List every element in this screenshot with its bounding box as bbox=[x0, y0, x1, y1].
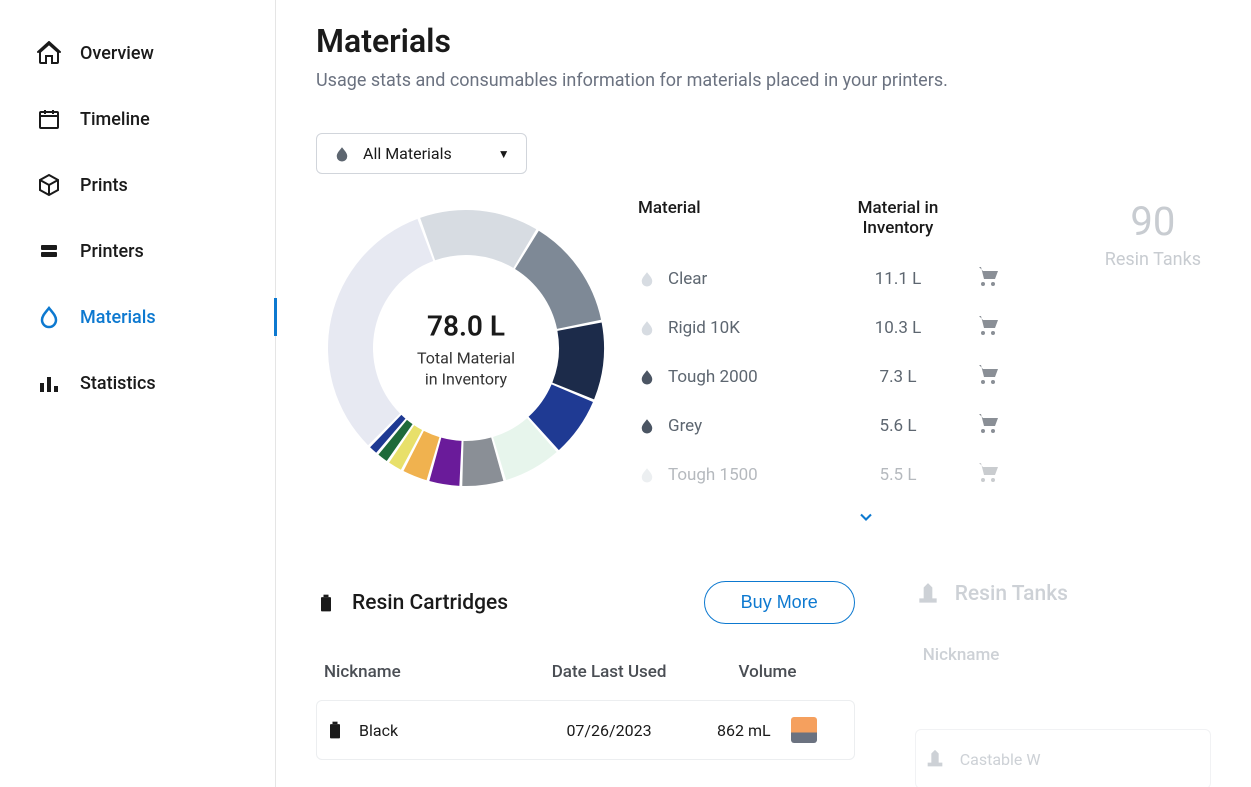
sidebar-item-printers[interactable]: Printers bbox=[0, 218, 275, 284]
cartridge-icon bbox=[316, 591, 336, 615]
sidebar-item-overview[interactable]: Overview bbox=[0, 20, 275, 86]
sidebar-item-timeline[interactable]: Timeline bbox=[0, 86, 275, 152]
home-icon bbox=[36, 40, 62, 66]
col-header-nickname: Nickname bbox=[324, 662, 530, 682]
material-name: Clear bbox=[668, 269, 707, 289]
shop-button[interactable] bbox=[958, 411, 1018, 440]
col-header-material: Material bbox=[638, 198, 838, 238]
expand-rows-button[interactable] bbox=[638, 499, 1095, 531]
chevron-down-icon bbox=[856, 507, 876, 527]
section-title: Resin Tanks bbox=[955, 582, 1211, 606]
shop-button[interactable] bbox=[958, 313, 1018, 342]
tank-label: Resin Tanks bbox=[1105, 249, 1201, 270]
drop-icon bbox=[638, 319, 656, 337]
material-table: Material Material in Inventory Clear 11.1… bbox=[638, 198, 1095, 531]
material-name: Tough 1500 bbox=[668, 465, 758, 485]
shop-button[interactable] bbox=[958, 264, 1018, 293]
tank-icon bbox=[924, 748, 946, 770]
col-header-volume: Volume bbox=[688, 662, 846, 682]
material-filter-select[interactable]: All Materials ▼ bbox=[316, 133, 527, 174]
material-row[interactable]: Grey 5.6 L bbox=[638, 401, 1095, 450]
drop-icon bbox=[638, 368, 656, 386]
calendar-icon bbox=[36, 106, 62, 132]
tank-count: 90 bbox=[1105, 198, 1201, 245]
sidebar-item-label: Printers bbox=[80, 241, 144, 262]
donut-value: 78.0 L bbox=[417, 310, 515, 343]
bar-chart-icon bbox=[36, 370, 62, 396]
section-title: Resin Cartridges bbox=[352, 591, 688, 615]
col-header-inventory: Material in Inventory bbox=[838, 198, 958, 238]
sidebar-item-label: Overview bbox=[80, 43, 154, 64]
material-name: Rigid 10K bbox=[668, 318, 740, 338]
cube-icon bbox=[36, 172, 62, 198]
material-inventory: 5.5 L bbox=[838, 465, 958, 485]
buy-more-button[interactable]: Buy More bbox=[704, 581, 855, 624]
cart-icon bbox=[976, 362, 1000, 386]
cartridge-volume: 862 mL bbox=[717, 721, 771, 740]
resin-cartridges-section: Resin Cartridges Buy More Nickname Date … bbox=[316, 581, 855, 787]
page-title: Materials bbox=[316, 22, 1211, 60]
inventory-donut-chart: 78.0 L Total Materialin Inventory bbox=[316, 198, 616, 502]
caret-down-icon: ▼ bbox=[498, 147, 510, 161]
tank-icon bbox=[915, 581, 941, 607]
cart-icon bbox=[976, 460, 1000, 484]
printer-icon bbox=[36, 238, 62, 264]
sidebar-item-statistics[interactable]: Statistics bbox=[0, 350, 275, 416]
cartridge-row[interactable]: Black 07/26/2023 862 mL bbox=[316, 700, 855, 760]
cartridge-icon bbox=[325, 718, 345, 742]
sidebar-item-label: Timeline bbox=[80, 109, 150, 130]
resin-tanks-summary[interactable]: 90 Resin Tanks bbox=[1105, 198, 1211, 270]
material-row[interactable]: Rigid 10K 10.3 L bbox=[638, 303, 1095, 352]
shop-button[interactable] bbox=[958, 460, 1018, 489]
tank-name: Castable W bbox=[960, 750, 1041, 769]
filter-label: All Materials bbox=[363, 144, 452, 163]
sidebar-item-label: Prints bbox=[80, 175, 128, 196]
page-subtitle: Usage stats and consumables information … bbox=[316, 70, 1211, 91]
drop-icon bbox=[36, 304, 62, 330]
drop-icon bbox=[638, 466, 656, 484]
sidebar-item-materials[interactable]: Materials bbox=[0, 284, 275, 350]
drop-icon bbox=[333, 145, 351, 163]
material-row[interactable]: Clear 11.1 L bbox=[638, 254, 1095, 303]
material-name: Grey bbox=[668, 416, 702, 436]
sidebar: Overview Timeline Prints Printers Materi… bbox=[0, 0, 276, 787]
sidebar-item-label: Statistics bbox=[80, 373, 156, 394]
material-inventory: 10.3 L bbox=[838, 318, 958, 338]
material-row[interactable]: Tough 2000 7.3 L bbox=[638, 352, 1095, 401]
col-header-date: Date Last Used bbox=[530, 662, 688, 682]
material-inventory: 5.6 L bbox=[838, 416, 958, 436]
col-header-nickname: Nickname bbox=[923, 645, 1203, 665]
shop-button[interactable] bbox=[958, 362, 1018, 391]
material-inventory: 7.3 L bbox=[838, 367, 958, 387]
main-content: Materials Usage stats and consumables in… bbox=[276, 0, 1251, 787]
material-inventory: 11.1 L bbox=[838, 269, 958, 289]
drop-icon bbox=[638, 270, 656, 288]
cart-icon bbox=[976, 313, 1000, 337]
cart-icon bbox=[976, 411, 1000, 435]
cartridge-date: 07/26/2023 bbox=[530, 721, 688, 740]
material-name: Tough 2000 bbox=[668, 367, 758, 387]
drop-icon bbox=[638, 417, 656, 435]
cartridge-name: Black bbox=[359, 721, 398, 740]
tank-row[interactable]: Castable W bbox=[915, 729, 1211, 787]
sidebar-item-prints[interactable]: Prints bbox=[0, 152, 275, 218]
cart-icon bbox=[976, 264, 1000, 288]
resin-tanks-section: Resin Tanks Nickname Castable W bbox=[915, 581, 1211, 787]
volume-swatch-icon bbox=[791, 717, 817, 743]
material-row[interactable]: Tough 1500 5.5 L bbox=[638, 450, 1095, 499]
sidebar-item-label: Materials bbox=[80, 307, 156, 328]
donut-label: Total Materialin Inventory bbox=[417, 349, 515, 391]
